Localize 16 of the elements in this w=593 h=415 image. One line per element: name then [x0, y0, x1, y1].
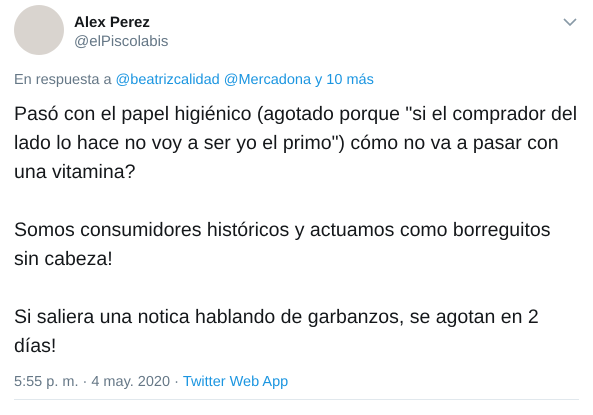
caret-icon[interactable] [563, 18, 577, 26]
tweet-paragraph: Somos consumidores históricos y actuamos como borreguitos sin cabeza! [14, 218, 552, 272]
author-handle[interactable]: @elPiscolabis [74, 32, 168, 52]
separator: · [82, 374, 88, 390]
tweet-date: 4 may. 2020 [91, 374, 170, 390]
tweet-paragraph: Si saliera una notica hablando de garbanzos, se agotan en 2 días! [14, 305, 540, 359]
tweet-paragraph: Pasó con el papel higiénico (agotado porque "si el comprador del lado lo hace no voy a ser yo el primo") cómo no va a pasar con una vitamina? [14, 102, 578, 185]
source-link[interactable]: Twitter Web App [182, 374, 288, 390]
avatar-placeholder[interactable] [14, 5, 64, 55]
author-name[interactable]: Alex Perez [74, 13, 168, 32]
mention-link[interactable]: @beatrizcalidad [116, 72, 220, 88]
mention-link[interactable]: y 10 más [315, 72, 374, 88]
tweet-time: 5:55 p. m. [14, 374, 78, 390]
mention-link[interactable]: @Mercadona [224, 72, 312, 88]
reply-label: En respuesta a [14, 72, 112, 88]
separator: · [174, 374, 179, 390]
